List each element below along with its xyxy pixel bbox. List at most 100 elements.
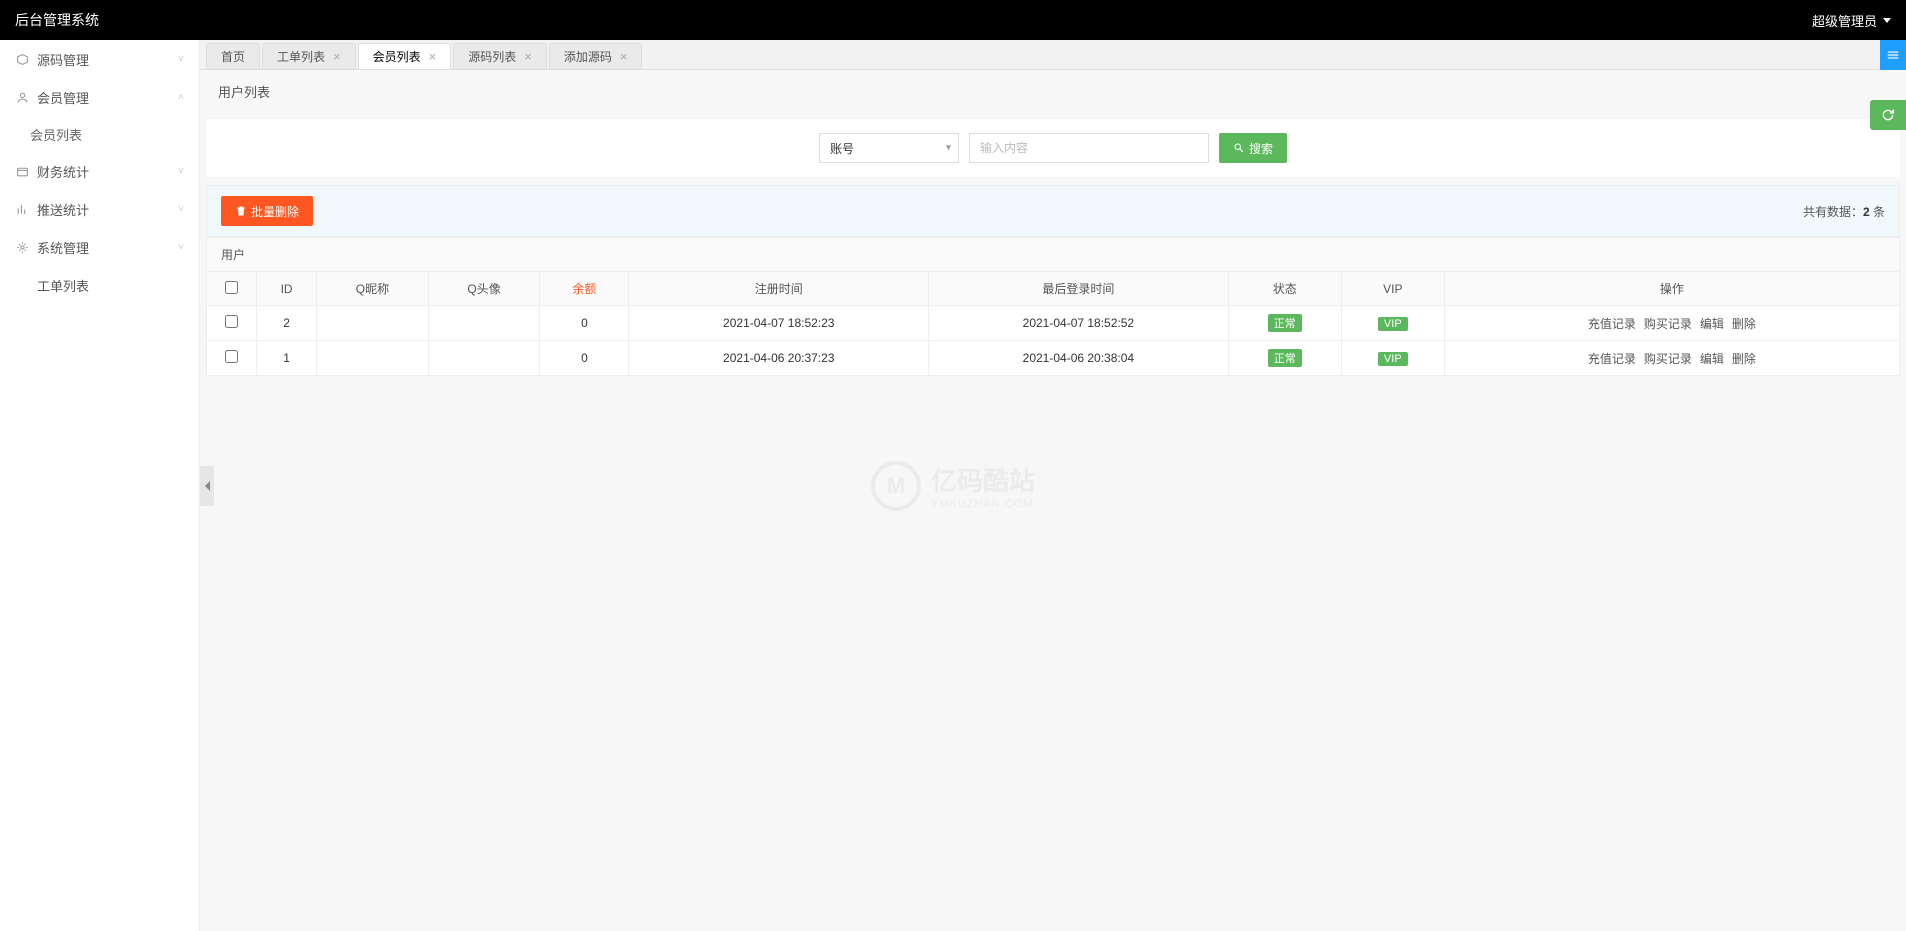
chevron-down-icon: ˅: [178, 166, 184, 177]
row-action-link[interactable]: 充值记录: [1588, 317, 1636, 331]
cell-actions: 充值记录购买记录编辑删除: [1444, 341, 1899, 376]
user-name: 超级管理员: [1812, 11, 1877, 30]
data-count: 共有数据：2 条: [1803, 203, 1885, 220]
cell-id: 2: [257, 306, 317, 341]
close-icon[interactable]: ×: [429, 50, 437, 63]
tab[interactable]: 首页: [206, 43, 260, 69]
tab-tools: [1880, 40, 1906, 70]
watermark-logo: M: [871, 461, 921, 511]
tab-label: 工单列表: [277, 48, 325, 65]
filter-text-input[interactable]: [969, 133, 1209, 163]
cell-status: 正常: [1228, 306, 1341, 341]
select-all-checkbox[interactable]: [225, 281, 238, 294]
app-title: 后台管理系统: [15, 10, 99, 30]
user-menu[interactable]: 超级管理员: [1812, 11, 1891, 30]
vip-badge: VIP: [1378, 317, 1408, 331]
vip-badge: VIP: [1378, 352, 1408, 366]
tab[interactable]: 会员列表 ×: [358, 43, 452, 69]
chevron-down-icon: ˅: [178, 54, 184, 65]
sidebar-item-label: 工单列表: [37, 276, 184, 295]
table-header-cell: 余额: [540, 272, 629, 306]
cell-nickname: [317, 341, 429, 376]
close-icon[interactable]: ×: [620, 50, 628, 63]
sidebar-item-label: 系统管理: [37, 238, 178, 257]
table-header-cell: 最后登录时间: [929, 272, 1229, 306]
row-checkbox[interactable]: [225, 315, 238, 328]
row-action-link[interactable]: 编辑: [1700, 352, 1724, 366]
search-label: 搜索: [1249, 140, 1273, 157]
search-button[interactable]: 搜索: [1219, 133, 1287, 163]
cell-avatar: [428, 306, 540, 341]
table-header-cell: [207, 272, 257, 306]
watermark: M 亿码酷站 YMKUZHAN.COM: [871, 461, 1035, 511]
sidebar-item[interactable]: 系统管理 ˅: [0, 228, 199, 266]
box-icon: [15, 52, 29, 66]
main-content: 首页 工单列表 × 会员列表 × 源码列表 × 添加源码 × 用户列表 ▾ 搜索: [200, 40, 1906, 931]
bulk-delete-button[interactable]: 批量删除: [221, 196, 313, 226]
sidebar-item[interactable]: 财务统计 ˅: [0, 152, 199, 190]
blank-icon: [15, 278, 29, 292]
sidebar-item[interactable]: 会员管理 ˄: [0, 78, 199, 116]
tab[interactable]: 源码列表 ×: [453, 43, 547, 69]
sidebar-item[interactable]: 源码管理 ˅: [0, 40, 199, 78]
cell-nickname: [317, 306, 429, 341]
tab-label: 会员列表: [373, 48, 421, 65]
filter-bar: ▾ 搜索: [206, 119, 1900, 177]
page-title: 用户列表: [200, 70, 1906, 113]
cell-balance: 0: [540, 341, 629, 376]
tab-label: 源码列表: [468, 48, 516, 65]
sidebar-item-label: 推送统计: [37, 200, 178, 219]
filter-field-select[interactable]: ▾: [819, 133, 959, 163]
cell-vip: VIP: [1341, 306, 1444, 341]
row-action-link[interactable]: 购买记录: [1644, 317, 1692, 331]
cell-id: 1: [257, 341, 317, 376]
table-header-cell: VIP: [1341, 272, 1444, 306]
app-header: 后台管理系统 超级管理员: [0, 0, 1906, 40]
sidebar: 源码管理 ˅ 会员管理 ˄会员列表 财务统计 ˅ 推送统计 ˅ 系统管理 ˅ 工…: [0, 40, 200, 931]
sidebar-collapse-handle[interactable]: [200, 466, 214, 506]
close-icon[interactable]: ×: [524, 50, 532, 63]
tab[interactable]: 添加源码 ×: [549, 43, 643, 69]
cell-regtime: 2021-04-07 18:52:23: [629, 306, 929, 341]
chevron-down-icon: ˅: [178, 204, 184, 215]
row-checkbox[interactable]: [225, 350, 238, 363]
table-toolbar: 批量删除 共有数据：2 条: [206, 185, 1900, 237]
chevron-down-icon: [1883, 18, 1891, 23]
table-header-cell: 注册时间: [629, 272, 929, 306]
page-refresh-button[interactable]: [1870, 100, 1906, 130]
tab-refresh-button[interactable]: [1880, 40, 1906, 70]
chevron-down-icon: ˅: [178, 242, 184, 253]
table-header-cell: ID: [257, 272, 317, 306]
row-action-link[interactable]: 编辑: [1700, 317, 1724, 331]
row-action-link[interactable]: 购买记录: [1644, 352, 1692, 366]
row-action-link[interactable]: 充值记录: [1588, 352, 1636, 366]
tab-label: 首页: [221, 48, 245, 65]
filter-select-input[interactable]: [819, 133, 959, 163]
refresh-icon: [1880, 107, 1896, 123]
cell-lastlogin: 2021-04-07 18:52:52: [929, 306, 1229, 341]
cell-balance: 0: [540, 306, 629, 341]
data-table: 用户IDQ昵称Q头像余额注册时间最后登录时间状态VIP操作 2 0 2021-0…: [206, 237, 1900, 376]
sidebar-item[interactable]: 推送统计 ˅: [0, 190, 199, 228]
cell-regtime: 2021-04-06 20:37:23: [629, 341, 929, 376]
status-badge: 正常: [1268, 314, 1302, 332]
tab[interactable]: 工单列表 ×: [262, 43, 356, 69]
sidebar-item[interactable]: 工单列表: [0, 266, 199, 304]
status-badge: 正常: [1268, 349, 1302, 367]
user-icon: [15, 90, 29, 104]
close-icon[interactable]: ×: [333, 50, 341, 63]
tab-bar: 首页 工单列表 × 会员列表 × 源码列表 × 添加源码 ×: [200, 40, 1906, 70]
sidebar-subitem[interactable]: 会员列表: [0, 116, 199, 152]
cell-lastlogin: 2021-04-06 20:38:04: [929, 341, 1229, 376]
table-header-cell: 状态: [1228, 272, 1341, 306]
row-action-link[interactable]: 删除: [1732, 317, 1756, 331]
cell-status: 正常: [1228, 341, 1341, 376]
chart-icon: [15, 202, 29, 216]
row-action-link[interactable]: 删除: [1732, 352, 1756, 366]
chevron-up-icon: ˄: [178, 92, 184, 103]
tab-label: 添加源码: [564, 48, 612, 65]
bulk-delete-label: 批量删除: [251, 203, 299, 220]
data-table-wrap: 用户IDQ昵称Q头像余额注册时间最后登录时间状态VIP操作 2 0 2021-0…: [206, 237, 1900, 376]
search-icon: [1233, 142, 1245, 154]
trash-icon: [235, 205, 247, 217]
